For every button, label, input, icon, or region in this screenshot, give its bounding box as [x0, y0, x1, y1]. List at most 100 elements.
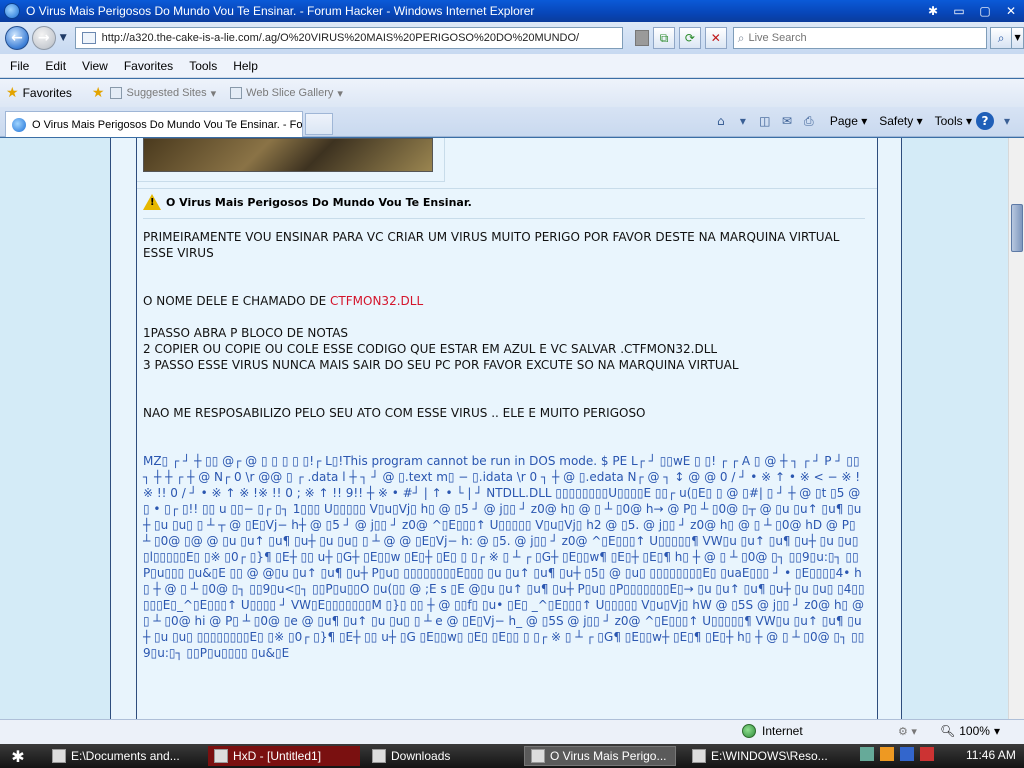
favorites-button[interactable]: Favorites	[23, 86, 72, 100]
network-icon[interactable]	[860, 747, 874, 761]
folder-icon	[692, 749, 706, 763]
address-dropdown-button[interactable]	[635, 30, 650, 46]
security-icon[interactable]	[920, 747, 934, 761]
web-slice-gallery-link[interactable]: Web Slice Gallery ▾	[230, 87, 343, 100]
search-options-dropdown[interactable]: ▼	[1012, 27, 1024, 49]
page-icon	[81, 32, 96, 44]
tab-page-icon	[12, 117, 26, 132]
print-icon[interactable]: ⎙	[800, 112, 818, 130]
post-image	[143, 138, 433, 172]
divider	[137, 188, 877, 189]
taskbar-item-hxd[interactable]: HxD - [Untitled1]	[208, 746, 360, 766]
new-tab-button[interactable]	[305, 113, 333, 135]
forum-post: O Virus Mais Perigosos Do Mundo Vou Te E…	[136, 138, 878, 719]
minimize-button[interactable]: ▭	[950, 2, 968, 20]
taskbar: ✱ E:\Documents and... HxD - [Untitled1] …	[0, 744, 1024, 768]
menu-favorites[interactable]: Favorites	[124, 59, 173, 73]
step-3: 3 PASSO ESSE VIRUS NUNCA MAIS SAIR DO SE…	[143, 358, 739, 372]
search-box[interactable]: ⌕	[732, 27, 988, 49]
feeds-icon[interactable]: ◫	[756, 112, 774, 130]
add-to-favorites-bar-icon[interactable]: ★	[92, 85, 105, 101]
taskbar-label: O Virus Mais Perigo...	[550, 749, 667, 763]
compatibility-view-button[interactable]: ⧉	[653, 27, 676, 49]
start-button[interactable]: ✱	[0, 744, 36, 768]
taskbar-label: E:\Documents and...	[71, 749, 180, 763]
taskbar-item-documents[interactable]: E:\Documents and...	[46, 746, 208, 766]
status-bar: Internet ⚙ ▾ 🔍︎ 100% ▾	[0, 719, 1024, 744]
chevron-down-icon: ▾	[993, 724, 1000, 738]
folder-icon	[372, 749, 386, 763]
ie-logo-icon	[4, 3, 20, 19]
favorites-bar: ★ Favorites ★ Suggested Sites ▾ Web Slic…	[0, 79, 1024, 107]
safety-menu-button[interactable]: Safety ▾	[879, 114, 922, 128]
web-slice-icon	[230, 87, 243, 99]
back-button[interactable]: ←	[5, 26, 29, 50]
taskbar-label: Downloads	[391, 749, 451, 763]
favorites-star-icon[interactable]: ★	[6, 85, 19, 101]
magnifier-icon: 🔍︎	[940, 724, 956, 738]
chevron-down-icon[interactable]: ▾	[734, 112, 752, 130]
chevron-down-icon: ▾	[210, 87, 217, 100]
tab-label: O Virus Mais Perigosos Do Mundo Vou Te E…	[32, 118, 302, 131]
close-button[interactable]: ✕	[1002, 2, 1020, 20]
taskbar-label: HxD - [Untitled1]	[233, 749, 322, 763]
post-name-line: O NOME DELE E CHAMADO DE CTFMON32.DLL	[143, 293, 865, 309]
tab-active[interactable]: O Virus Mais Perigosos Do Mundo Vou Te E…	[5, 111, 303, 137]
search-input[interactable]	[748, 32, 969, 44]
tools-menu-button[interactable]: Tools ▾	[935, 114, 972, 128]
volume-icon[interactable]	[900, 747, 914, 761]
menu-tools[interactable]: Tools	[189, 59, 217, 73]
zone-label: Internet	[762, 724, 803, 738]
security-zone[interactable]: Internet	[742, 724, 803, 738]
protected-mode-icon[interactable]: ⚙ ▾	[898, 725, 917, 738]
search-button[interactable]: ⌕	[990, 27, 1013, 49]
zoom-control[interactable]: 🔍︎ 100% ▾	[940, 724, 1000, 738]
system-tray	[860, 747, 934, 761]
post-title-row: O Virus Mais Perigosos Do Mundo Vou Te E…	[143, 194, 472, 210]
post-image-frame	[137, 138, 445, 182]
forward-button[interactable]: →	[31, 26, 56, 50]
post-intro: PRIMEIRAMENTE VOU ENSINAR PARA VC CRIAR …	[143, 230, 840, 260]
menu-file[interactable]: File	[10, 59, 29, 73]
window-controls: ✱ ▭ ▢ ✕	[924, 2, 1020, 20]
tray-app-icon[interactable]	[880, 747, 894, 761]
taskbar-item-windows-resources[interactable]: E:\WINDOWS\Reso...	[686, 746, 846, 766]
web-slice-gallery-label: Web Slice Gallery	[246, 87, 334, 99]
chevron-down-icon[interactable]: ▾	[998, 112, 1016, 130]
recent-pages-dropdown-icon[interactable]: ▼	[60, 33, 67, 43]
post-body: PRIMEIRAMENTE VOU ENSINAR PARA VC CRIAR …	[143, 229, 865, 661]
suggested-sites-link[interactable]: Suggested Sites ▾	[110, 87, 216, 100]
post-title: O Virus Mais Perigosos Do Mundo Vou Te E…	[166, 195, 472, 209]
stop-button[interactable]: ✕	[704, 27, 727, 49]
tab-row: O Virus Mais Perigosos Do Mundo Vou Te E…	[0, 107, 1024, 137]
read-mail-icon[interactable]: ✉	[778, 112, 796, 130]
page-content[interactable]: O Virus Mais Perigosos Do Mundo Vou Te E…	[0, 138, 1008, 719]
scrollbar-thumb[interactable]	[1011, 204, 1023, 252]
window-title: O Virus Mais Perigosos Do Mundo Vou Te E…	[26, 4, 535, 18]
tools-menu-label: Tools	[934, 114, 963, 128]
taskbar-item-downloads[interactable]: Downloads	[366, 746, 518, 766]
hxd-icon	[214, 749, 228, 763]
step-1: 1PASSO ABRA P BLOCO DE NOTAS	[143, 326, 349, 340]
page-menu-button[interactable]: Page ▾	[830, 114, 867, 128]
address-bar[interactable]: http://a320.the-cake-is-a-lie.com/.ag/O%…	[74, 27, 624, 49]
menu-help[interactable]: Help	[233, 59, 258, 73]
virus-filename: CTFMON32.DLL	[330, 294, 424, 308]
chevron-down-icon: ▾	[337, 87, 343, 100]
refresh-button[interactable]: ⟳	[679, 27, 701, 49]
window-title-bar[interactable]: O Virus Mais Perigosos Do Mundo Vou Te E…	[0, 0, 1024, 22]
command-bar: ⌂ ▾ ◫ ✉ ⎙ Page ▾ Safety ▾ Tools ▾ ? ▾	[712, 112, 1016, 130]
clock[interactable]: 11:46 AM	[966, 748, 1016, 762]
vertical-scrollbar[interactable]	[1008, 138, 1024, 719]
home-icon[interactable]: ⌂	[712, 112, 730, 130]
help-icon[interactable]: ?	[976, 112, 994, 130]
forum-container: O Virus Mais Perigosos Do Mundo Vou Te E…	[110, 138, 902, 719]
maximize-button[interactable]: ▢	[976, 2, 994, 20]
taskbar-item-ie[interactable]: O Virus Mais Perigo...	[524, 746, 676, 766]
menu-edit[interactable]: Edit	[45, 59, 66, 73]
menu-bar: File Edit View Favorites Tools Help	[0, 54, 1024, 78]
star-icon[interactable]: ✱	[924, 2, 942, 20]
safety-menu-label: Safety	[879, 114, 914, 128]
menu-view[interactable]: View	[82, 59, 108, 73]
address-url[interactable]: http://a320.the-cake-is-a-lie.com/.ag/O%…	[102, 32, 579, 44]
